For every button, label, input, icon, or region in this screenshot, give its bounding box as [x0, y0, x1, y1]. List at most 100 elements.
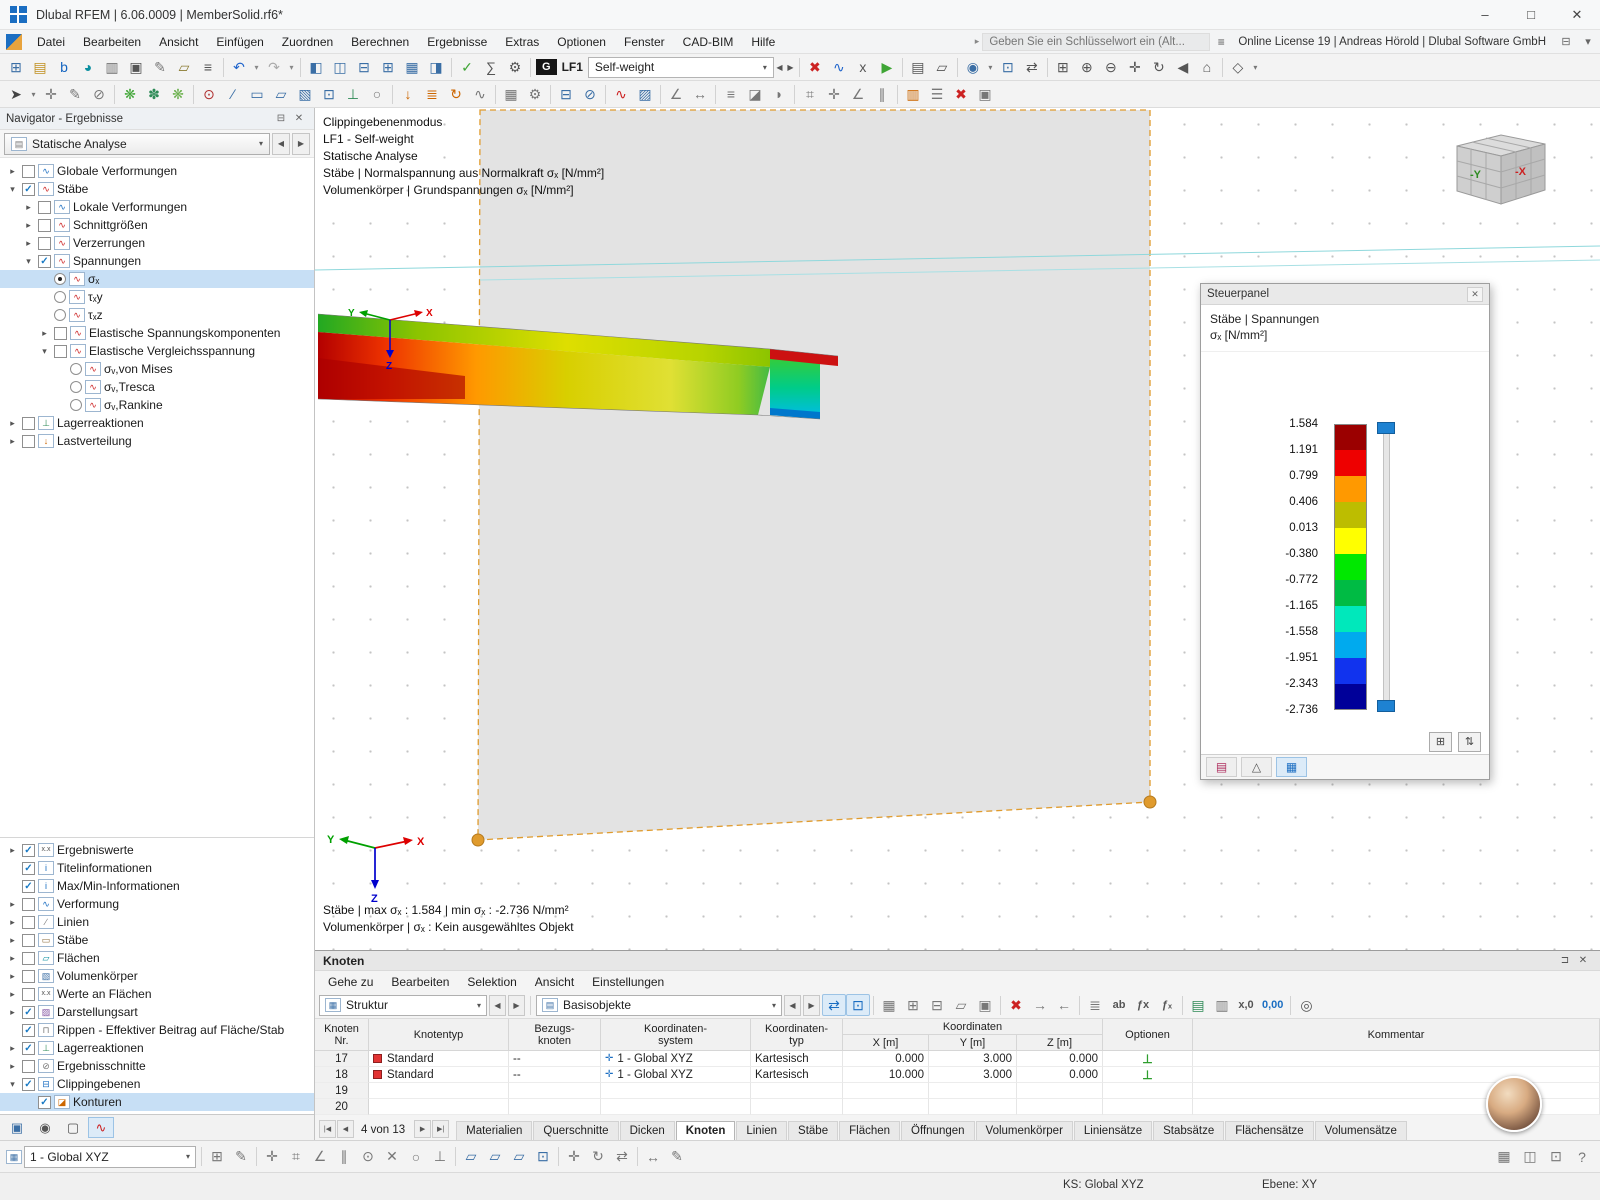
checkbox[interactable] — [54, 345, 67, 358]
menubar-dock-icon[interactable]: ⊟ — [1556, 35, 1576, 48]
expander-right-icon[interactable]: ▸ — [6, 436, 19, 447]
checkbox[interactable]: ✓ — [22, 862, 35, 875]
clipping-plane-handle[interactable] — [1144, 796, 1156, 808]
checkbox[interactable] — [38, 219, 51, 232]
dock-tables-button[interactable]: ▦ — [1492, 1146, 1516, 1168]
view-layout-model-button[interactable]: ◧ — [304, 56, 328, 78]
new-support-button[interactable]: ⊥ — [341, 83, 365, 105]
object-snap-button[interactable]: ⊙ — [356, 1146, 380, 1168]
dock-graphic-button[interactable]: ◫ — [1518, 1146, 1542, 1168]
generate-shrub-button[interactable]: ✽ — [142, 83, 166, 105]
select-drop-button[interactable]: ▾ — [28, 83, 39, 105]
delete-all-rows-button[interactable]: ✖ — [1004, 994, 1028, 1016]
delete-display-button[interactable]: ✖ — [949, 83, 973, 105]
mesh-button[interactable]: ▦ — [499, 83, 523, 105]
report-table-button[interactable]: ▥ — [1210, 994, 1234, 1016]
table-menu-gehezu[interactable]: Gehe zu — [319, 973, 382, 991]
section-button[interactable]: ⊟ — [554, 83, 578, 105]
block-select-button[interactable]: ▣ — [973, 994, 997, 1016]
column-header-z[interactable]: Z [m] — [1017, 1035, 1103, 1051]
checkbox[interactable] — [22, 165, 35, 178]
navigator-pin-icon[interactable]: ⊟ — [272, 113, 290, 124]
loadcase-prev-button[interactable]: ◀ — [774, 56, 785, 78]
delete-row-button[interactable]: ⊟ — [925, 994, 949, 1016]
tree-item[interactable]: ▸∿Schnittgrößen — [0, 216, 314, 234]
redo-drop-button[interactable]: ▾ — [286, 56, 297, 78]
check-model-button[interactable]: ✓ — [455, 56, 479, 78]
menu-bearbeiten[interactable]: Bearbeiten — [74, 32, 150, 52]
help-button[interactable]: ? — [1570, 1146, 1594, 1168]
checkbox[interactable]: ✓ — [22, 1006, 35, 1019]
tree-item[interactable]: ∿τₓz — [0, 306, 314, 324]
checkbox[interactable] — [38, 201, 51, 214]
tree-item[interactable]: ▸∿Globale Verformungen — [0, 162, 314, 180]
menu-datei[interactable]: Datei — [28, 32, 74, 52]
prev-page-button[interactable]: ◀ — [337, 1120, 354, 1138]
tree-item[interactable]: ▾✓∿Stäbe — [0, 180, 314, 198]
dlubal-online-button[interactable]: b — [52, 56, 76, 78]
zoom-window-button[interactable]: ⊞ — [1051, 56, 1075, 78]
expander-right-icon[interactable]: ▸ — [22, 220, 35, 231]
new-member-load-button[interactable]: ≣ — [420, 83, 444, 105]
renumber-button[interactable]: ⇄ — [1020, 56, 1044, 78]
expander-right-icon[interactable]: ▸ — [22, 238, 35, 249]
clipping-plane[interactable] — [478, 110, 1150, 840]
expander-right-icon[interactable]: ▸ — [6, 1007, 19, 1018]
measure-button[interactable]: ∠ — [664, 83, 688, 105]
new-model-button[interactable]: ▤ — [28, 56, 52, 78]
ortho-toggle-button[interactable]: ∠ — [308, 1146, 332, 1168]
close-button[interactable]: ✕ — [1554, 0, 1600, 30]
intersection-snap-button[interactable]: ✕ — [380, 1146, 404, 1168]
control-panel-titlebar[interactable]: Steuerpanel ✕ — [1201, 284, 1489, 305]
group-next-button[interactable]: ▶ — [803, 995, 820, 1016]
expander-right-icon[interactable]: ▸ — [6, 953, 19, 964]
tree-item[interactable]: ∿σᵥ,Rankine — [0, 396, 314, 414]
navigator-tab-daten[interactable]: ▣ — [4, 1117, 30, 1138]
menu-fenster[interactable]: Fenster — [615, 32, 674, 52]
generate-tree-button[interactable]: ❋ — [118, 83, 142, 105]
expander-right-icon[interactable]: ▸ — [6, 418, 19, 429]
view-layout-full-button[interactable]: ⊞ — [376, 56, 400, 78]
search-input[interactable] — [982, 33, 1210, 51]
checkbox[interactable]: ✓ — [22, 1024, 35, 1037]
panel-tab-factors[interactable]: △ — [1241, 757, 1272, 777]
guidelines-button[interactable]: ∥ — [870, 83, 894, 105]
layers-button[interactable]: ≡ — [719, 83, 743, 105]
column-header-ct[interactable]: Koordinaten-typ — [751, 1019, 843, 1051]
tree-item[interactable]: ▸∿Verzerrungen — [0, 234, 314, 252]
tree-item[interactable]: ▸∿Elastische Spannungskomponenten — [0, 324, 314, 342]
menu-ergebnisse[interactable]: Ergebnisse — [418, 32, 496, 52]
rotate-copy-button[interactable]: ↻ — [586, 1146, 610, 1168]
tree-item[interactable]: ▾✓⊟Clippingebenen — [0, 1075, 314, 1093]
undo-drop-button[interactable]: ▾ — [251, 56, 262, 78]
tree-item[interactable]: ▸⊘Ergebnisschnitte — [0, 1057, 314, 1075]
dimension-button[interactable]: ↔ — [688, 83, 712, 105]
tree-item[interactable]: ▸✓⊥Lagerreaktionen — [0, 1039, 314, 1057]
table-group-select[interactable]: ▤ Basisobjekte ▾ — [536, 995, 782, 1016]
tab-volumenkrper[interactable]: Volumenkörper — [976, 1121, 1073, 1141]
navigator-tab-ansichten[interactable]: ▢ — [60, 1117, 86, 1138]
select-special-button[interactable]: ⊡ — [996, 56, 1020, 78]
table-close-icon[interactable]: ✕ — [1574, 955, 1592, 966]
delete-object-button[interactable]: ⊘ — [87, 83, 111, 105]
expander-down-icon[interactable]: ▾ — [6, 1079, 19, 1090]
tab-knoten[interactable]: Knoten — [676, 1121, 736, 1141]
result-diagram-button[interactable]: ∿ — [609, 83, 633, 105]
isometric-view-button[interactable]: ◇ — [1226, 56, 1250, 78]
light-button[interactable]: ◗ — [767, 83, 791, 105]
panel-view-button[interactable]: ◨ — [424, 56, 448, 78]
expander-right-icon[interactable]: ▸ — [22, 202, 35, 213]
tab-ffnungen[interactable]: Öffnungen — [901, 1121, 975, 1141]
view-direction-drop-button[interactable]: ▾ — [1250, 56, 1261, 78]
tree-item[interactable]: ▸▱Flächen — [0, 949, 314, 967]
web-services-button[interactable]: ◕ — [76, 56, 100, 78]
menu-einfgen[interactable]: Einfügen — [207, 32, 272, 52]
checkbox[interactable] — [22, 898, 35, 911]
column-header-cs[interactable]: Koordinaten-system — [601, 1019, 751, 1051]
snap-toggle-button[interactable]: ✛ — [260, 1146, 284, 1168]
navigation-cube[interactable]: -Y -X — [1443, 130, 1555, 216]
select-arrow-button[interactable]: ➤ — [4, 83, 28, 105]
tab-stbe[interactable]: Stäbe — [788, 1121, 838, 1141]
zoom-in-button[interactable]: ⊕ — [1075, 56, 1099, 78]
checkbox[interactable]: ✓ — [22, 1042, 35, 1055]
